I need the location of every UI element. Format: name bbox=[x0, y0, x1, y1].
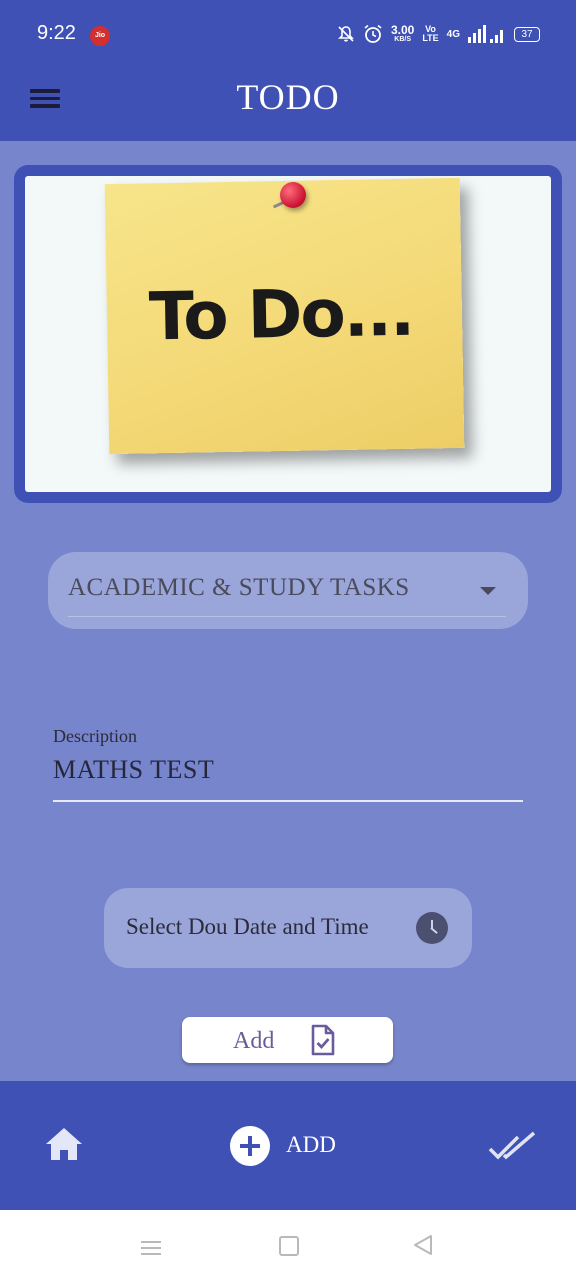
banner-frame: To Do... bbox=[14, 165, 562, 503]
description-underline bbox=[53, 800, 523, 802]
select-date-time-button[interactable]: Select Dou Date and Time bbox=[104, 888, 472, 968]
bell-off-icon bbox=[338, 26, 354, 42]
sticky-note-text: To Do... bbox=[148, 273, 414, 356]
system-navigation-bar bbox=[0, 1210, 576, 1280]
speed-value: 3.00 bbox=[390, 23, 415, 37]
dropdown-underline bbox=[68, 616, 506, 617]
description-input[interactable]: MATHS TEST bbox=[53, 755, 214, 785]
description-label: Description bbox=[53, 726, 137, 746]
page-title: TODO bbox=[236, 77, 340, 117]
home-icon[interactable] bbox=[44, 1126, 84, 1162]
carrier-badge: Jio bbox=[90, 26, 110, 46]
dropdown-arrow-icon bbox=[480, 587, 496, 595]
volte-bottom: LTE bbox=[422, 33, 439, 43]
status-bar: 9:22 Jio 3.00 KB/S Vo LTE 4G 37 bbox=[0, 0, 576, 68]
status-time: 9:22 bbox=[37, 22, 76, 44]
date-button-label: Select Dou Date and Time bbox=[126, 914, 369, 939]
add-circle-icon[interactable] bbox=[230, 1126, 270, 1166]
category-dropdown[interactable]: ACADEMIC & STUDY TASKS bbox=[48, 552, 528, 629]
sticky-note: To Do... bbox=[104, 177, 465, 455]
nav-add-label[interactable]: ADD bbox=[286, 1132, 336, 1158]
add-button-label: Add bbox=[233, 1028, 275, 1054]
pushpin-icon bbox=[280, 182, 306, 208]
status-icons: 3.00 KB/S Vo LTE 4G 37 bbox=[337, 24, 540, 44]
recent-apps-icon[interactable] bbox=[141, 1237, 161, 1259]
network-type: 4G bbox=[446, 28, 460, 40]
bottom-navigation: ADD bbox=[0, 1081, 576, 1210]
app-bar: TODO bbox=[0, 68, 576, 141]
alarm-icon bbox=[364, 24, 382, 43]
category-selected-value: ACADEMIC & STUDY TASKS bbox=[68, 574, 410, 601]
add-task-button[interactable]: Add bbox=[182, 1017, 393, 1063]
speed-unit: KB/S bbox=[394, 36, 411, 43]
back-icon[interactable] bbox=[412, 1234, 434, 1256]
volte-indicator: Vo LTE bbox=[422, 25, 438, 43]
network-speed: 3.00 KB/S bbox=[391, 24, 414, 44]
document-check-icon bbox=[311, 1024, 335, 1056]
clock-icon bbox=[416, 912, 448, 944]
todo-banner-image: To Do... bbox=[25, 176, 551, 492]
double-check-icon[interactable] bbox=[488, 1131, 538, 1163]
battery-icon: 37 bbox=[514, 26, 540, 42]
system-home-icon[interactable] bbox=[279, 1236, 299, 1256]
signal-icon bbox=[468, 25, 503, 43]
